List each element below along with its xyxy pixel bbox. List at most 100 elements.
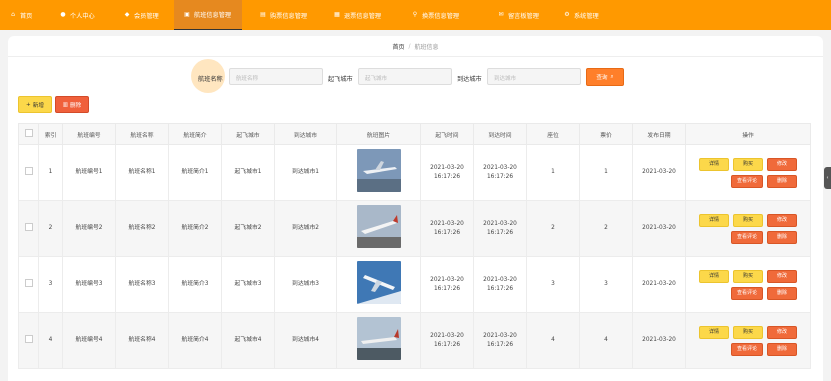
cell-from: 起飞城市2 bbox=[221, 200, 275, 257]
table-row: 3 航班编号3 航班名称3 航班简介3 起飞城市3 到达城市3 2021-03-… bbox=[18, 256, 811, 313]
nav-item-home[interactable]: ⌂ 首页 bbox=[0, 0, 48, 30]
buy-button[interactable]: 购买 bbox=[733, 157, 763, 171]
nav-label: 退票信息管理 bbox=[344, 12, 382, 20]
cell-date: 2021-03-20 bbox=[632, 312, 686, 369]
nav-item-exchanges[interactable]: ⚲ 换票信息管理 bbox=[396, 0, 478, 30]
cell-intro: 航班简介2 bbox=[168, 200, 222, 257]
cell-image bbox=[336, 200, 421, 257]
cell-date: 2021-03-20 bbox=[632, 144, 686, 201]
row-select-cell[interactable] bbox=[18, 200, 39, 257]
buy-button[interactable]: 购买 bbox=[733, 325, 763, 339]
side-toggle-tab[interactable]: ‹ bbox=[824, 167, 831, 189]
detail-button[interactable]: 详情 bbox=[699, 269, 729, 283]
cell-image bbox=[336, 144, 421, 201]
row-checkbox[interactable] bbox=[24, 278, 33, 287]
nav-item-flights[interactable]: ▣ 航班信息管理 bbox=[174, 0, 242, 30]
cell-ops: 详情 购买 修改 查看评论 删除 bbox=[685, 256, 811, 313]
row-checkbox[interactable] bbox=[24, 222, 33, 231]
cell-intro: 航班简介3 bbox=[168, 256, 222, 313]
buy-button[interactable]: 购买 bbox=[733, 269, 763, 283]
buy-button[interactable]: 购买 bbox=[733, 213, 763, 227]
edit-button[interactable]: 修改 bbox=[767, 157, 797, 171]
nav-item-messages[interactable]: ✉ 留言板管理 bbox=[478, 0, 552, 30]
depart-city-input[interactable]: 起飞城市 bbox=[358, 68, 452, 85]
column-header: 到达时间 bbox=[473, 123, 527, 145]
column-header: 到达城市 bbox=[274, 123, 337, 145]
view-comments-button[interactable]: 查看评论 bbox=[731, 230, 763, 244]
view-comments-button[interactable]: 查看评论 bbox=[731, 174, 763, 188]
row-select-cell[interactable] bbox=[18, 256, 39, 313]
delete-button[interactable]: 删除 bbox=[767, 286, 797, 300]
cell-date: 2021-03-20 bbox=[632, 200, 686, 257]
arrive-city-input[interactable]: 到达城市 bbox=[487, 68, 581, 85]
flight-name-input[interactable]: 航班名称 bbox=[229, 68, 323, 85]
detail-button[interactable]: 详情 bbox=[699, 157, 729, 171]
column-header: 起飞城市 bbox=[221, 123, 275, 145]
nav-label: 首页 bbox=[20, 12, 33, 20]
batch-delete-button[interactable]: ▥ 删除 bbox=[55, 96, 89, 113]
cell-arrive-time: 2021-03-20 16:17:26 bbox=[473, 312, 527, 369]
cell-price: 2 bbox=[579, 200, 633, 257]
flight-image bbox=[356, 149, 401, 192]
cell-code: 航班编号4 bbox=[62, 312, 116, 369]
cell-name: 航班名称3 bbox=[115, 256, 169, 313]
edit-button[interactable]: 修改 bbox=[767, 269, 797, 283]
row-select-cell[interactable] bbox=[18, 312, 39, 369]
breadcrumb: 首页 / 航班信息 bbox=[8, 36, 823, 57]
cell-code: 航班编号2 bbox=[62, 200, 116, 257]
nav-label: 留言板管理 bbox=[508, 12, 539, 20]
table-row: 2 航班编号2 航班名称2 航班简介2 起飞城市2 到达城市2 2021-03-… bbox=[18, 200, 811, 257]
add-button[interactable]: + 新增 bbox=[18, 96, 52, 113]
user-icon: ● bbox=[60, 11, 66, 18]
column-header: 航班图片 bbox=[336, 123, 421, 145]
nav-item-profile[interactable]: ● 个人中心 bbox=[48, 0, 110, 30]
nav-item-members[interactable]: ◆ 会员管理 bbox=[110, 0, 174, 30]
column-header: 操作 bbox=[685, 123, 811, 145]
search-icon: ⌕ bbox=[610, 73, 614, 80]
flight-image bbox=[356, 317, 401, 360]
cell-to: 到达城市2 bbox=[274, 200, 337, 257]
select-all-checkbox[interactable] bbox=[24, 129, 33, 137]
table-header-row: 索引 航班编号 航班名称 航班简介 起飞城市 到达城市 航班图片 起飞时间 到达… bbox=[18, 123, 811, 145]
row-checkbox[interactable] bbox=[24, 166, 33, 175]
cell-code: 航班编号3 bbox=[62, 256, 116, 313]
cell-seats: 3 bbox=[526, 256, 580, 313]
row-checkbox[interactable] bbox=[24, 334, 33, 343]
nav-label: 购票信息管理 bbox=[270, 12, 308, 20]
select-all-cell[interactable] bbox=[18, 123, 39, 145]
cell-seats: 4 bbox=[526, 312, 580, 369]
detail-button[interactable]: 详情 bbox=[699, 213, 729, 227]
column-header: 航班简介 bbox=[168, 123, 222, 145]
nav-item-system[interactable]: ⚙ 系统管理 bbox=[552, 0, 612, 30]
table-row: 1 航班编号1 航班名称1 航班简介1 起飞城市1 到达城市1 2021-03-… bbox=[18, 144, 811, 201]
edit-button[interactable]: 修改 bbox=[767, 325, 797, 339]
cell-arrive-time: 2021-03-20 16:17:26 bbox=[473, 144, 527, 201]
cell-date: 2021-03-20 bbox=[632, 256, 686, 313]
flight-image bbox=[356, 261, 401, 304]
row-select-cell[interactable] bbox=[18, 144, 39, 201]
nav-item-refunds[interactable]: ▦ 退票信息管理 bbox=[320, 0, 396, 30]
main-panel: 首页 / 航班信息 航班名称 航班名称 起飞城市 起飞城市 到达城市 到达城市 … bbox=[8, 36, 823, 381]
breadcrumb-home[interactable]: 首页 bbox=[392, 42, 404, 51]
edit-button[interactable]: 修改 bbox=[767, 213, 797, 227]
search-bar: 航班名称 航班名称 起飞城市 起飞城市 到达城市 到达城市 bbox=[8, 68, 823, 90]
search-button[interactable]: 查询 ⌕ bbox=[586, 68, 624, 86]
view-comments-button[interactable]: 查看评论 bbox=[731, 342, 763, 356]
detail-button[interactable]: 详情 bbox=[699, 325, 729, 339]
column-header: 索引 bbox=[38, 123, 63, 145]
members-icon: ◆ bbox=[124, 11, 130, 18]
column-header: 航班名称 bbox=[115, 123, 169, 145]
cell-price: 1 bbox=[579, 144, 633, 201]
depart-city-label: 起飞城市 bbox=[328, 76, 353, 83]
cell-ops: 详情 购买 修改 查看评论 删除 bbox=[685, 144, 811, 201]
nav-item-tickets[interactable]: ▤ 购票信息管理 bbox=[242, 0, 320, 30]
column-header: 起飞时间 bbox=[420, 123, 474, 145]
nav-label: 系统管理 bbox=[574, 12, 599, 20]
cell-image bbox=[336, 312, 421, 369]
delete-button[interactable]: 删除 bbox=[767, 230, 797, 244]
view-comments-button[interactable]: 查看评论 bbox=[731, 286, 763, 300]
delete-button[interactable]: 删除 bbox=[767, 174, 797, 188]
flight-table: 索引 航班编号 航班名称 航班简介 起飞城市 到达城市 航班图片 起飞时间 到达… bbox=[18, 123, 811, 369]
cell-name: 航班名称4 bbox=[115, 312, 169, 369]
delete-button[interactable]: 删除 bbox=[767, 342, 797, 356]
